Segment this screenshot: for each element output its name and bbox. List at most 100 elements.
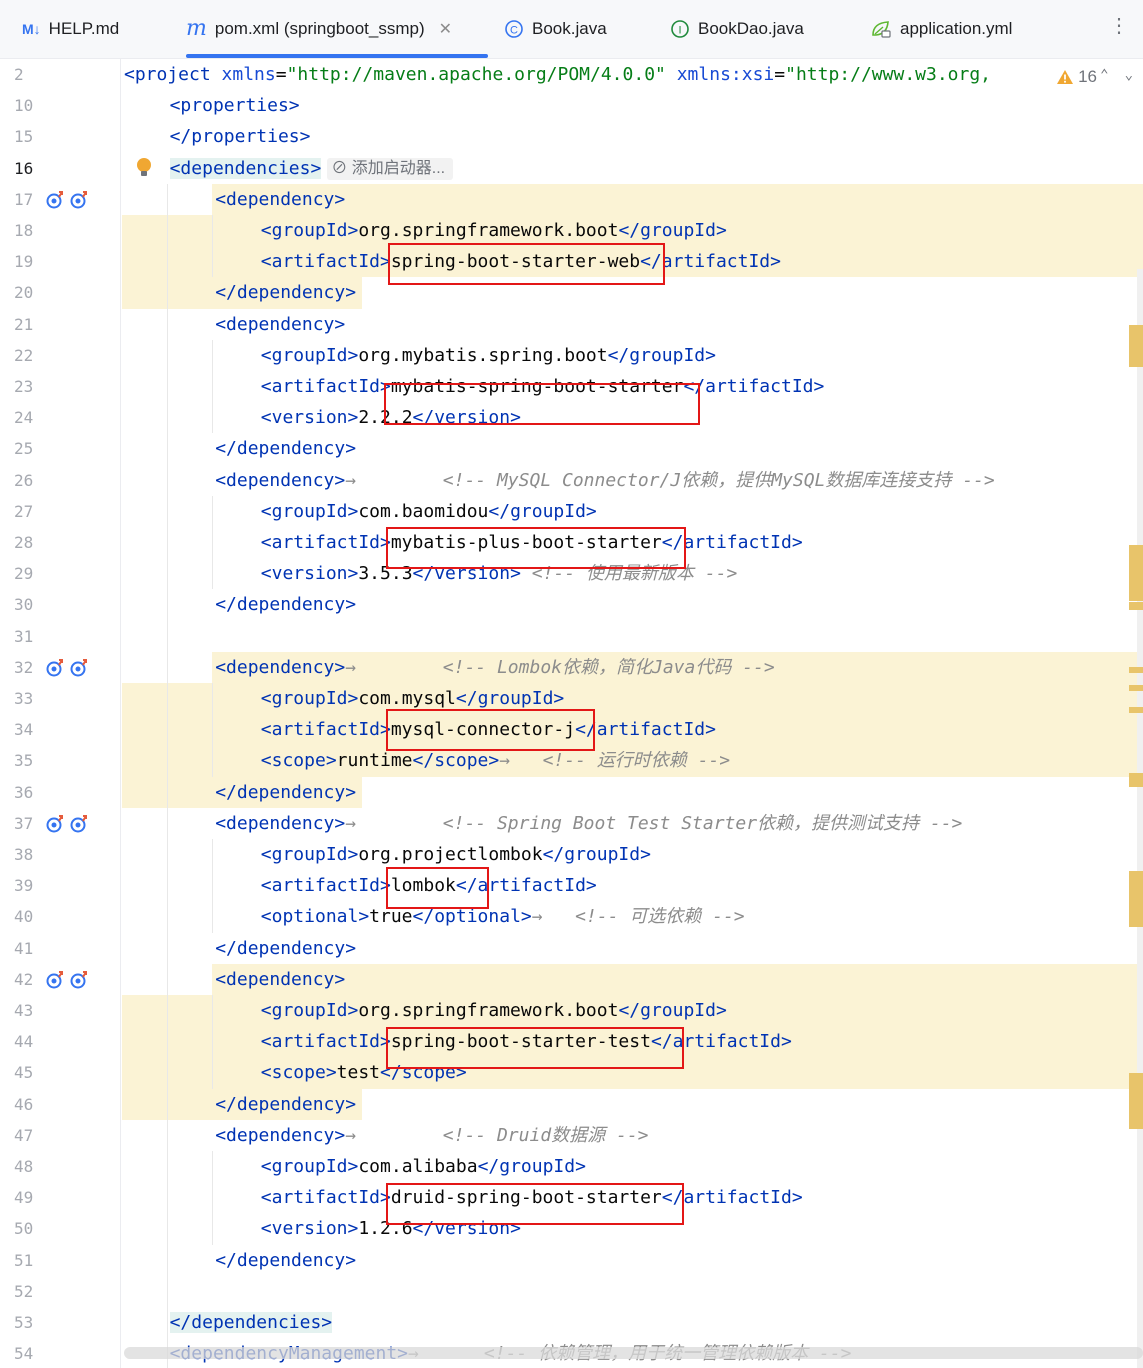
code-line[interactable]: 47 <dependency>→ <!-- Druid数据源 --> xyxy=(0,1120,1143,1151)
code-token: </scope> xyxy=(380,1062,467,1084)
lightbulb-icon[interactable] xyxy=(134,156,154,180)
code-line[interactable]: 2 <project xmlns="http://maven.apache.org… xyxy=(0,59,1143,90)
code-line[interactable]: 26 <dependency>→ <!-- MySQL Connector/J依赖… xyxy=(0,465,1143,496)
code-line[interactable]: 48 <groupId>com.alibaba</groupId> xyxy=(0,1151,1143,1182)
code-line[interactable]: 31 xyxy=(0,621,1143,652)
stripe-mark[interactable] xyxy=(1129,1073,1143,1129)
tab-help-md[interactable]: M↓ HELP.md xyxy=(22,0,119,58)
stripe-mark[interactable] xyxy=(1129,773,1143,787)
stripe-mark[interactable] xyxy=(1129,871,1143,927)
code-line[interactable]: 35 <scope>runtime</scope>→ <!-- 运行时依赖 --> xyxy=(0,745,1143,777)
stripe-mark[interactable] xyxy=(1129,602,1143,610)
horizontal-scrollbar[interactable] xyxy=(124,1347,1143,1359)
code-line[interactable]: 52 xyxy=(0,1276,1143,1307)
overrides-icon[interactable] xyxy=(45,970,65,990)
code-line[interactable]: 34 <artifactId>mysql-connector-j</artifac… xyxy=(0,714,1143,746)
code-line[interactable]: 15 </properties> xyxy=(0,121,1143,152)
code-line[interactable]: 49 <artifactId>druid-spring-boot-starter<… xyxy=(0,1182,1143,1213)
code-token: org.projectlombok xyxy=(358,844,543,865)
code-token: <groupId> xyxy=(260,500,359,522)
code-line[interactable]: 22 <groupId>org.mybatis.spring.boot</grou… xyxy=(0,340,1143,371)
line-number: 53 xyxy=(14,1313,34,1332)
code-line[interactable]: 36 </dependency> xyxy=(0,776,1143,808)
code-line[interactable]: 10 <properties> xyxy=(0,90,1143,121)
code-line[interactable]: 41 </dependency> xyxy=(0,933,1143,964)
stripe-mark[interactable] xyxy=(1129,667,1143,673)
code-line[interactable]: 44 <artifactId>spring-boot-starter-test</… xyxy=(0,1026,1143,1058)
changed-line-highlight xyxy=(212,963,1143,995)
code-line[interactable]: 37 <dependency>→ <!-- Spring Boot Test St… xyxy=(0,808,1143,839)
code-token: <!-- 使用最新版本 --> xyxy=(531,563,738,585)
code-line[interactable]: 20 </dependency> xyxy=(0,277,1143,309)
overridden-gutter-icons[interactable] xyxy=(45,814,89,834)
code-editor[interactable]: 2 <project xmlns="http://maven.apache.org… xyxy=(0,59,1143,1368)
overridden-gutter-icons[interactable] xyxy=(45,970,89,990)
overridden-gutter-icons[interactable] xyxy=(45,190,89,210)
stripe-mark[interactable] xyxy=(1129,707,1143,713)
starter-icon: ⊘ xyxy=(331,159,352,177)
tab-label: Book.java xyxy=(532,19,607,38)
overrides-icon[interactable] xyxy=(45,814,65,834)
code-line[interactable]: 45 <scope>test</scope> xyxy=(0,1057,1143,1089)
stripe-mark[interactable] xyxy=(1129,325,1143,367)
code-line[interactable]: 38 <groupId>org.projectlombok</groupId> xyxy=(0,839,1143,870)
class-icon: C xyxy=(504,19,524,39)
line-number: 41 xyxy=(14,938,34,958)
code-token: <groupId> xyxy=(260,844,359,865)
code-line[interactable]: 23 <artifactId>mybatis-spring-boot-starte… xyxy=(0,371,1143,402)
code-line[interactable]: 28 <artifactId>mybatis-plus-boot-starter<… xyxy=(0,527,1143,558)
code-line[interactable]: 16 <dependencies> ⊘ 添加启动器... xyxy=(0,153,1143,184)
code-line[interactable]: 40 <optional>true</optional>→ <!-- 可选依赖 -… xyxy=(0,901,1143,932)
code-token: "http://maven.apache.org/POM/4.0.0" xyxy=(286,64,666,85)
code-line[interactable]: 25 </dependency> xyxy=(0,433,1143,464)
code-line[interactable]: 42 <dependency> xyxy=(0,963,1143,995)
indent-guide xyxy=(212,683,213,777)
code-line[interactable]: 21 <dependency> xyxy=(0,309,1143,340)
line-number: 2 xyxy=(14,65,24,84)
tab-book-java[interactable]: C Book.java xyxy=(504,0,607,58)
overrides-icon[interactable] xyxy=(69,190,89,210)
code-line[interactable]: 17 <dependency> xyxy=(0,183,1143,215)
tab-application-yml[interactable]: application.yml xyxy=(870,0,1012,58)
overrides-icon[interactable] xyxy=(69,814,89,834)
code-line[interactable]: 50 <version>1.2.6</version> xyxy=(0,1213,1143,1244)
code-text: <project xmlns="http://maven.apache.org/… xyxy=(124,59,991,90)
code-token: mybatis-plus-boot-starter xyxy=(390,532,662,553)
next-highlight-icon[interactable]: ⌄ xyxy=(1125,67,1133,83)
add-starter-hint-chip[interactable]: ⊘ 添加启动器... xyxy=(327,157,454,180)
code-token: mysql-connector-j xyxy=(390,719,576,741)
tab-pom-xml[interactable]: m pom.xml (springboot_ssmp) ✕ xyxy=(186,0,488,58)
previous-highlight-icon[interactable]: ⌃ xyxy=(1100,67,1108,83)
overridden-gutter-icons[interactable] xyxy=(45,658,89,678)
line-number: 23 xyxy=(14,377,34,396)
overrides-icon[interactable] xyxy=(69,970,89,990)
code-line[interactable]: 19 <artifactId>spring-boot-starter-web</a… xyxy=(0,246,1143,278)
code-line[interactable]: 18 <groupId>org.springframework.boot</gro… xyxy=(0,215,1143,247)
line-number: 22 xyxy=(14,345,34,365)
code-token: runtime xyxy=(336,750,413,772)
code-line[interactable]: 33 <groupId>com.mysql</groupId> xyxy=(0,683,1143,715)
stripe-mark[interactable] xyxy=(1129,685,1143,691)
stripe-mark[interactable] xyxy=(1129,545,1143,601)
code-line[interactable]: 53 </dependencies> xyxy=(0,1307,1143,1338)
overrides-icon[interactable] xyxy=(69,658,89,678)
more-tabs-menu-icon[interactable]: ⋮ xyxy=(1109,16,1129,36)
code-line[interactable]: 32 <dependency>→ <!-- Lombok依赖，简化Java代码 -… xyxy=(0,651,1143,683)
code-line[interactable]: 27 <groupId>com.baomidou</groupId> xyxy=(0,496,1143,527)
vertical-scrollbar[interactable] xyxy=(1137,269,1143,1368)
overrides-icon[interactable] xyxy=(45,190,65,210)
close-tab-icon[interactable]: ✕ xyxy=(439,19,452,39)
code-line[interactable]: 46 </dependency> xyxy=(0,1088,1143,1120)
code-line[interactable]: 24 <version>2.2.2</version> xyxy=(0,402,1143,433)
overrides-icon[interactable] xyxy=(45,658,65,678)
line-number: 50 xyxy=(14,1219,34,1239)
tab-bookdao-java[interactable]: I BookDao.java xyxy=(670,0,804,58)
code-line[interactable]: 51 </dependency> xyxy=(0,1245,1143,1276)
inspection-warnings[interactable]: 16 xyxy=(1056,67,1097,87)
code-line[interactable]: 43 <groupId>org.springframework.boot</gro… xyxy=(0,995,1143,1027)
code-line[interactable]: 30 </dependency> xyxy=(0,589,1143,620)
code-line[interactable]: 39 <artifactId>lombok</artifactId> xyxy=(0,870,1143,901)
code-line[interactable]: 29 <version>3.5.3</version> <!-- 使用最新版本 -… xyxy=(0,558,1143,589)
line-number: 36 xyxy=(14,782,34,802)
